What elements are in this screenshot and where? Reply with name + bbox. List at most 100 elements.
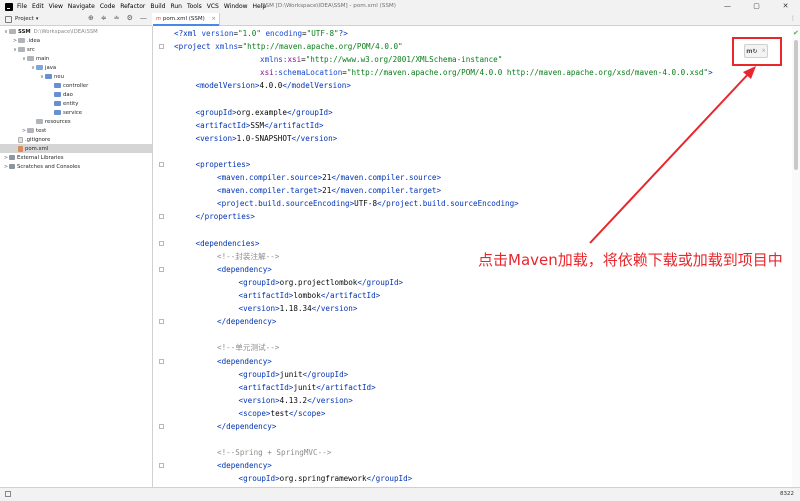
tab-label: pom.xml (SSM) [162,16,205,22]
project-panel-header: Project ▾ ⊕ ≑ ≐ ⚙ — [0,13,152,26]
tool-windows-icon[interactable] [5,491,11,497]
menu-vcs[interactable]: VCS [207,3,219,10]
tree-item[interactable]: ∨ SSM D:\Workspace\IDEA\SSM [0,27,152,36]
fold-marker-icon[interactable] [159,463,164,469]
hide-panel-icon[interactable]: — [140,14,147,22]
tree-item[interactable]: > test [0,126,152,135]
menu-edit[interactable]: Edit [32,3,44,10]
tree-item-label: neu [54,73,64,80]
scrollbar-thumb[interactable] [794,40,798,170]
package-icon [45,74,52,79]
more-options-icon[interactable]: ⋮ [790,15,796,22]
code-line: <groupId>org.example</groupId> [195,107,333,117]
close-tab-icon[interactable]: × [211,16,216,22]
package-icon [54,92,61,97]
tree-item[interactable]: entity [0,99,152,108]
tree-item[interactable]: ∨ java [0,63,152,72]
status-bar: 8322 [0,487,800,501]
editor-tabs: m pom.xml (SSM) × ⋮ [153,13,800,26]
highlight-box [732,37,782,66]
menu-code[interactable]: Code [100,3,115,10]
gear-icon[interactable]: ⚙ [127,14,133,22]
code-line: <!--单元测试--> [217,343,280,353]
library-icon [9,155,15,160]
fold-marker-icon[interactable] [159,240,164,246]
fold-marker-icon[interactable] [159,319,164,325]
code-line: <version>1.0-SNAPSHOT</version> [195,133,338,143]
inspection-ok-icon[interactable]: ✔ [793,29,799,37]
status-position[interactable]: 8322 [780,491,794,497]
code-line: <groupId>org.projectlombok</groupId> [238,277,404,287]
tree-item[interactable]: ∨ neu [0,72,152,81]
fold-marker-icon[interactable] [159,266,164,272]
tree-item-label: SSM [18,28,31,35]
code-line: <!--Spring + SpringMVC--> [217,448,332,458]
title-bar: File Edit View Navigate Code Refactor Build Run… [0,0,800,13]
tree-item-label: src [27,46,35,53]
code-line: <groupId>org.springframework</groupId> [238,474,413,484]
locate-file-icon[interactable]: ⊕ [88,14,94,22]
tree-item[interactable]: pom.xml [0,144,152,153]
tree-item[interactable]: > External Libraries [0,153,152,162]
code-line: <dependencies> [195,238,260,248]
tree-item[interactable]: controller [0,81,152,90]
fold-marker-icon[interactable] [159,162,164,167]
expand-all-icon[interactable]: ≑ [101,14,107,22]
menu-refactor[interactable]: Refactor [120,3,145,10]
menu-run[interactable]: Run [170,3,182,10]
menu-tools[interactable]: Tools [187,3,202,10]
menu-build[interactable]: Build [150,3,165,10]
tree-item[interactable]: .gitignore [0,135,152,144]
fold-marker-icon[interactable] [159,424,164,429]
code-line: <!--封装注解--> [217,251,280,261]
tree-item-label: resources [45,118,71,125]
tree-item-label: java [45,64,57,71]
minimize-button[interactable]: — [713,0,742,13]
editor-gutter [153,26,171,487]
code-line: <maven.compiler.target>21</maven.compile… [217,186,442,196]
code-line: <groupId>junit</groupId> [238,369,349,379]
tree-item[interactable]: resources [0,117,152,126]
tree-item[interactable]: ∨ src [0,45,152,54]
code-line: </dependency> [217,422,277,431]
source-folder-icon [36,65,43,70]
tree-item[interactable]: > Scratches and Consoles [0,162,152,171]
package-icon [54,110,61,115]
code-line: <?xml version="1.0" encoding="UTF-8"?> [174,29,348,38]
project-tree: ∨ SSM D:\Workspace\IDEA\SSM > .idea ∨ src ∨ main… [0,26,153,487]
tree-item-label: service [63,109,82,116]
tree-item[interactable]: ∨ main [0,54,152,63]
package-icon [54,101,61,106]
menu-view[interactable]: View [49,3,63,10]
project-toolbar: ⊕ ≑ ≐ ⚙ — [88,14,147,22]
code-line: <modelVersion>4.0.0</modelVersion> [195,81,351,91]
code-line: <artifactId>lombok</artifactId> [238,291,381,300]
fold-marker-icon[interactable] [159,44,164,50]
tree-item-label: main [36,55,50,62]
code-line: </dependency> [217,317,277,327]
menu-window[interactable]: Window [224,3,248,10]
project-panel-title[interactable]: Project [15,16,34,22]
annotation-text: 点击Maven加载，将依赖下载或加载到项目中 [478,251,783,269]
tree-item-label: Scratches and Consoles [17,163,81,170]
collapse-all-icon[interactable]: ≐ [114,14,120,22]
code-line: </properties> [195,212,255,222]
tree-item-label: controller [63,82,89,89]
tree-item[interactable]: dao [0,90,152,99]
tab-pom-xml[interactable]: m pom.xml (SSM) × [153,13,220,26]
chevron-down-icon[interactable]: ▾ [36,16,39,22]
tree-item-label: .idea [27,37,41,44]
tree-item[interactable]: service [0,108,152,117]
maven-file-icon [18,145,23,152]
fold-marker-icon[interactable] [159,214,164,220]
fold-marker-icon[interactable] [159,358,164,364]
main-menu: File Edit View Navigate Code Refactor Build Run… [17,3,271,10]
menu-file[interactable]: File [17,3,27,10]
code-line: <version>1.18.34</version> [238,304,358,314]
close-window-button[interactable]: ✕ [771,0,800,13]
tree-item-label: dao [63,91,73,98]
resources-folder-icon [36,119,43,124]
maximize-button[interactable]: ▢ [742,0,771,13]
tree-item[interactable]: > .idea [0,36,152,45]
menu-navigate[interactable]: Navigate [68,3,95,10]
